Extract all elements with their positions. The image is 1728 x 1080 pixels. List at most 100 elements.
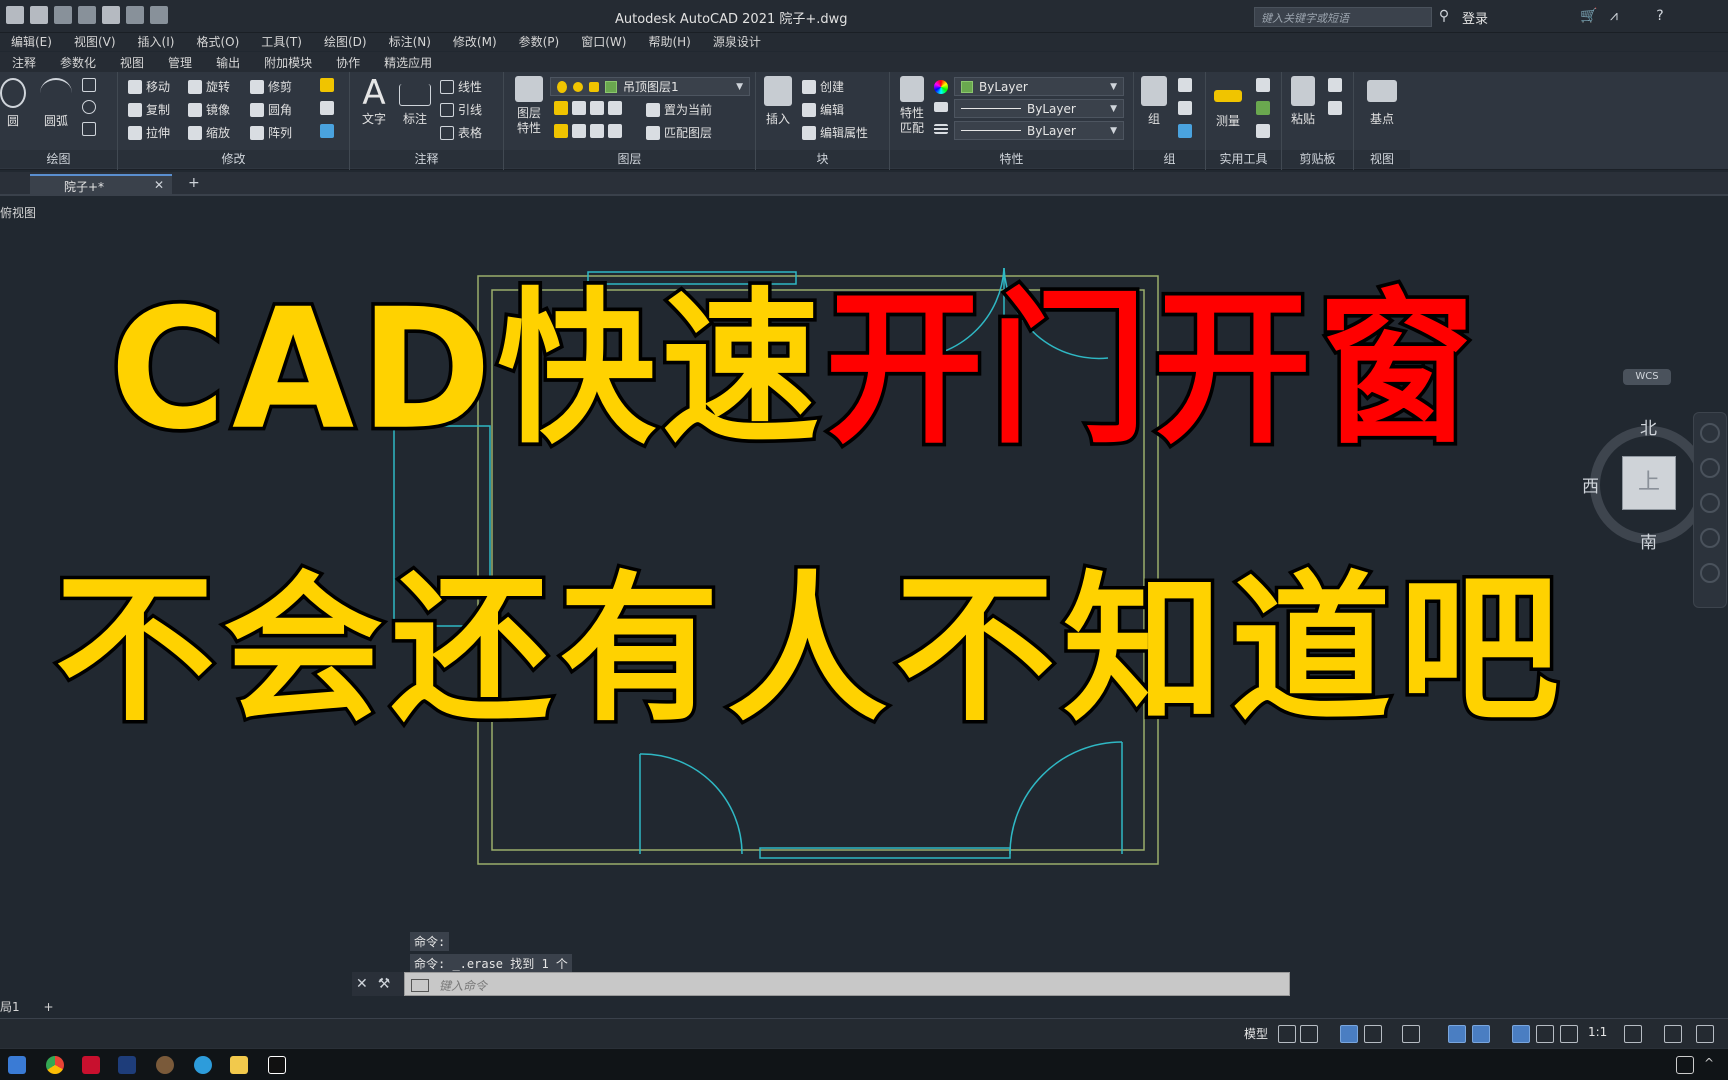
menu-yuanquan[interactable]: 源泉设计: [702, 33, 772, 51]
steering-wheel-icon[interactable]: [1700, 423, 1720, 443]
tab-output[interactable]: 输出: [204, 52, 252, 72]
insert-button[interactable]: 插入: [760, 76, 796, 127]
customize-icon[interactable]: [1696, 1025, 1714, 1043]
view-panel-title[interactable]: 视图: [1354, 150, 1410, 168]
ellipse-icon[interactable]: [82, 100, 96, 114]
match-properties-button[interactable]: 特性匹配: [896, 76, 928, 136]
undo-icon[interactable]: [126, 6, 144, 24]
layer-dropdown[interactable]: 吊顶图层1 ▼: [550, 77, 750, 96]
help-icon[interactable]: ?: [1652, 8, 1668, 24]
model-space-button[interactable]: 模型: [1244, 1025, 1268, 1042]
layers-panel-title[interactable]: 图层: [504, 150, 755, 168]
close-icon[interactable]: ✕: [154, 178, 164, 192]
layer-isolate-icon[interactable]: [572, 101, 586, 115]
match-layer-button[interactable]: 匹配图层: [646, 124, 712, 141]
trim-button[interactable]: 修剪: [250, 78, 292, 95]
chevron-up-icon[interactable]: ^: [1704, 1056, 1722, 1074]
viewcube-top-face[interactable]: 上: [1622, 456, 1676, 510]
menu-help[interactable]: 帮助(H): [637, 33, 701, 51]
a360-icon[interactable]: ⩘: [1606, 8, 1622, 24]
arc-button[interactable]: 圆弧: [38, 78, 74, 129]
cart-icon[interactable]: 🛒: [1580, 8, 1597, 24]
menu-draw[interactable]: 绘图(D): [313, 33, 378, 51]
close-icon[interactable]: ✕: [356, 976, 368, 992]
text-button[interactable]: A 文字: [356, 76, 392, 127]
search-input[interactable]: 键入关键字或短语: [1254, 7, 1432, 27]
object-snap-icon[interactable]: [1472, 1025, 1490, 1043]
layer-on-icon[interactable]: [554, 124, 568, 138]
task-view-icon[interactable]: [8, 1056, 26, 1074]
rectangle-icon[interactable]: [82, 78, 96, 92]
menu-parametric[interactable]: 参数(P): [508, 33, 571, 51]
paste-button[interactable]: 粘贴: [1286, 76, 1320, 127]
avatar-app-icon[interactable]: [156, 1056, 174, 1074]
annotation-scale-value[interactable]: 1:1: [1588, 1025, 1607, 1039]
object-snap-tracking-icon[interactable]: [1448, 1025, 1466, 1043]
layer-unisolate-icon[interactable]: [572, 124, 586, 138]
menu-insert[interactable]: 插入(I): [127, 33, 186, 51]
capcut-icon[interactable]: [268, 1056, 286, 1074]
redo-icon[interactable]: [150, 6, 168, 24]
layer-lock-icon[interactable]: [608, 101, 622, 115]
autocad-icon[interactable]: [82, 1056, 100, 1074]
fillet-button[interactable]: 圆角: [250, 101, 292, 118]
set-current-button[interactable]: 置为当前: [646, 101, 712, 118]
input-method-icon[interactable]: [1676, 1056, 1694, 1074]
layer-freeze-icon[interactable]: [590, 101, 604, 115]
publish-icon[interactable]: [78, 6, 96, 24]
block-panel-title[interactable]: 块: [756, 150, 889, 168]
clipboard-panel-title[interactable]: 剪贴板: [1282, 150, 1353, 168]
scale-button[interactable]: 缩放: [188, 124, 230, 141]
ungroup-icon[interactable]: [1178, 78, 1192, 92]
layer-off-icon[interactable]: [554, 101, 568, 115]
app-icon[interactable]: [118, 1056, 136, 1074]
offset-button[interactable]: [320, 124, 334, 138]
annotation-scale-icon[interactable]: [1560, 1025, 1578, 1043]
group-select-icon[interactable]: [1178, 124, 1192, 138]
edit-attributes-button[interactable]: 编辑属性: [802, 124, 868, 141]
plus-icon[interactable]: [1664, 1025, 1682, 1043]
measure-button[interactable]: 测量: [1210, 82, 1246, 129]
color-dropdown[interactable]: ByLayer ▼: [954, 77, 1124, 96]
base-point-button[interactable]: 基点: [1362, 80, 1402, 127]
file-explorer-icon[interactable]: [230, 1056, 248, 1074]
gear-icon[interactable]: [1624, 1025, 1642, 1043]
cut-icon[interactable]: [1328, 101, 1342, 115]
annotation-visibility-icon[interactable]: [1512, 1025, 1530, 1043]
print-icon[interactable]: [102, 6, 120, 24]
zoom-icon[interactable]: [1700, 493, 1720, 513]
mirror-button[interactable]: 镜像: [188, 101, 230, 118]
pan-icon[interactable]: [1700, 458, 1720, 478]
tab-view[interactable]: 视图: [108, 52, 156, 72]
stretch-button[interactable]: 拉伸: [128, 124, 170, 141]
compass-north[interactable]: 北: [1640, 414, 1657, 439]
menu-tools[interactable]: 工具(T): [250, 33, 313, 51]
group-button[interactable]: 组: [1138, 76, 1170, 127]
rotate-button[interactable]: 旋转: [188, 78, 230, 95]
explode-button[interactable]: [320, 101, 334, 115]
wcs-menu[interactable]: WCS: [1623, 369, 1671, 385]
menu-dimension[interactable]: 标注(N): [378, 33, 442, 51]
tab-addins[interactable]: 附加模块: [252, 52, 324, 72]
menu-view[interactable]: 视图(V): [63, 33, 127, 51]
select-all-icon[interactable]: [1256, 101, 1270, 115]
wrench-icon[interactable]: ⚒: [378, 976, 391, 992]
tab-collaborate[interactable]: 协作: [324, 52, 372, 72]
circle-button[interactable]: 圆: [0, 78, 26, 129]
tab-featured-apps[interactable]: 精选应用: [372, 52, 444, 72]
linetype-dropdown[interactable]: ByLayer ▼: [954, 121, 1124, 140]
calculator-icon[interactable]: [1256, 124, 1270, 138]
create-block-button[interactable]: 创建: [802, 78, 844, 95]
group-edit-icon[interactable]: [1178, 101, 1192, 115]
draw-panel-title[interactable]: 绘图: [0, 150, 117, 168]
array-button[interactable]: 阵列: [250, 124, 292, 141]
save-icon[interactable]: [6, 6, 24, 24]
groups-panel-title[interactable]: 组: [1134, 150, 1205, 168]
annotation-panel-title[interactable]: 注释: [350, 150, 503, 168]
chrome-icon[interactable]: [46, 1056, 64, 1074]
file-tab[interactable]: 院子+* ✕: [30, 174, 172, 196]
color-wheel-icon[interactable]: [934, 80, 948, 94]
command-input[interactable]: 键入命令: [404, 972, 1290, 996]
move-button[interactable]: 移动: [128, 78, 170, 95]
copy-clip-icon[interactable]: [1328, 78, 1342, 92]
